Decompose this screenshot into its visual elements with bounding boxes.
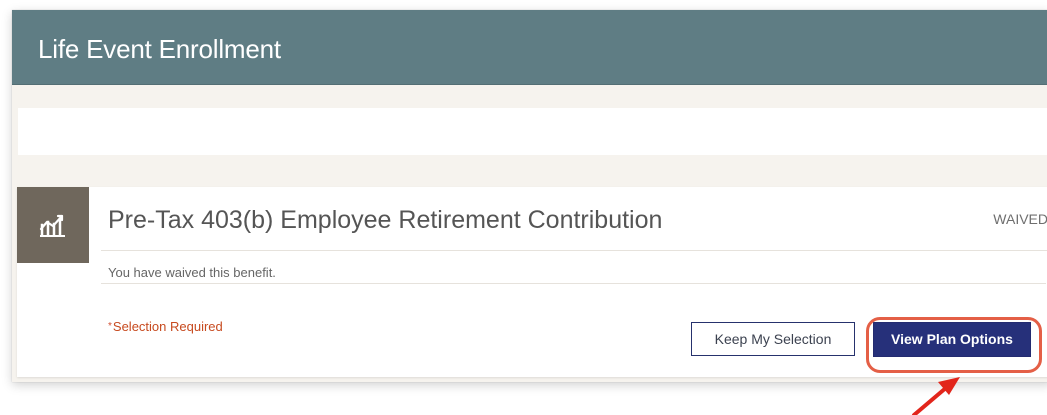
benefit-status-message: You have waived this benefit.: [108, 265, 276, 280]
benefit-icon-block: [17, 187, 89, 263]
empty-info-card: [18, 108, 1047, 155]
message-divider: [101, 283, 1046, 284]
chart-icon: [39, 214, 65, 237]
header-bar: Life Event Enrollment: [12, 10, 1047, 85]
page-title: Life Event Enrollment: [38, 34, 281, 64]
title-divider: [101, 250, 1047, 251]
selection-required-note: *Selection Required: [108, 317, 248, 337]
status-badge: WAIVED: [993, 211, 1047, 227]
required-marker: *: [108, 321, 112, 332]
keep-my-selection-button[interactable]: Keep My Selection: [691, 322, 855, 356]
benefit-title: Pre-Tax 403(b) Employee Retirement Contr…: [108, 206, 663, 234]
callout-arrow-icon: [912, 377, 960, 415]
page: Life Event Enrollment Pre-Tax 403(b) Emp…: [0, 0, 1047, 415]
callout-highlight: [866, 317, 1042, 373]
selection-required-text: Selection Required: [112, 319, 223, 334]
